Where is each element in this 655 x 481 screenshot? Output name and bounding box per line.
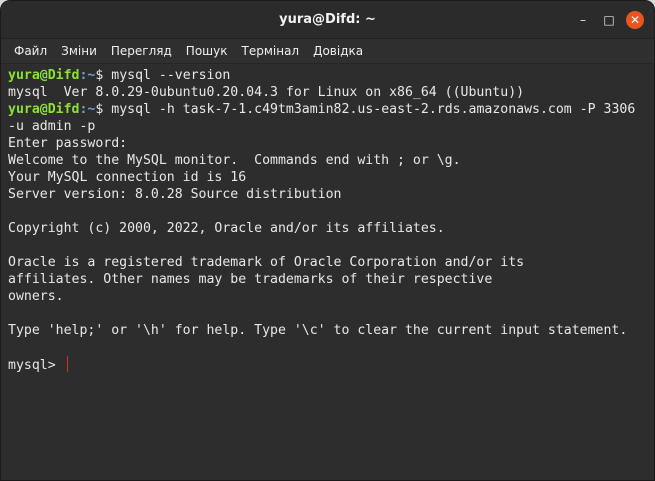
title-bar[interactable]: yura@Difd: ~ – □ ✕: [1, 1, 654, 39]
menu-view[interactable]: Перегляд: [104, 42, 179, 60]
mysql-prompt-line: mysql>: [8, 356, 654, 373]
menu-help[interactable]: Довідка: [306, 42, 370, 60]
command-text: mysql --version: [103, 68, 231, 83]
window-title: yura@Difd: ~: [279, 12, 376, 27]
minimize-button[interactable]: –: [574, 11, 592, 29]
window-controls: – □ ✕: [566, 11, 644, 29]
output-line: Enter password:: [8, 136, 128, 151]
menu-search[interactable]: Пошук: [179, 42, 235, 60]
prompt-path: :~: [79, 102, 96, 117]
output-line: Your MySQL connection id is 16: [8, 170, 247, 185]
prompt-user-host: yura@Difd: [8, 68, 80, 83]
text-cursor: [66, 356, 68, 372]
command-wrap-line: -u admin -p: [8, 119, 96, 134]
output-line: owners.: [8, 289, 64, 304]
menu-terminal[interactable]: Термінал: [235, 42, 307, 60]
maximize-button[interactable]: □: [600, 11, 618, 29]
mysql-prompt: mysql>: [8, 358, 64, 373]
output-line: Type 'help;' or '\h' for help. Type '\c'…: [8, 323, 628, 338]
terminal-window: yura@Difd: ~ – □ ✕ Файл Зміни Перегляд П…: [0, 0, 655, 481]
output-line: Server version: 8.0.28 Source distributi…: [8, 187, 342, 202]
command-line: yura@Difd:~$ mysql -h task-7-1.c49tm3ami…: [8, 101, 654, 118]
command-text: mysql -h task-7-1.c49tm3amin82.us-east-2…: [103, 102, 636, 117]
output-line: Welcome to the MySQL monitor. Commands e…: [8, 153, 461, 168]
prompt-user-host: yura@Difd: [8, 102, 80, 117]
menu-file[interactable]: Файл: [7, 42, 54, 60]
close-button[interactable]: ✕: [626, 11, 644, 29]
prompt-path: :~: [79, 68, 96, 83]
menu-bar: Файл Зміни Перегляд Пошук Термінал Довід…: [1, 39, 654, 64]
output-line: mysql Ver 8.0.29-0ubuntu0.20.04.3 for Li…: [8, 85, 525, 100]
command-line: yura@Difd:~$ mysql --version: [8, 67, 654, 84]
terminal-output[interactable]: yura@Difd:~$ mysql --version mysql Ver 8…: [1, 65, 654, 480]
output-line: Oracle is a registered trademark of Orac…: [8, 255, 525, 270]
menu-edit[interactable]: Зміни: [54, 42, 104, 60]
output-line: Copyright (c) 2000, 2022, Oracle and/or …: [8, 221, 445, 236]
output-line: affiliates. Other names may be trademark…: [8, 272, 493, 287]
